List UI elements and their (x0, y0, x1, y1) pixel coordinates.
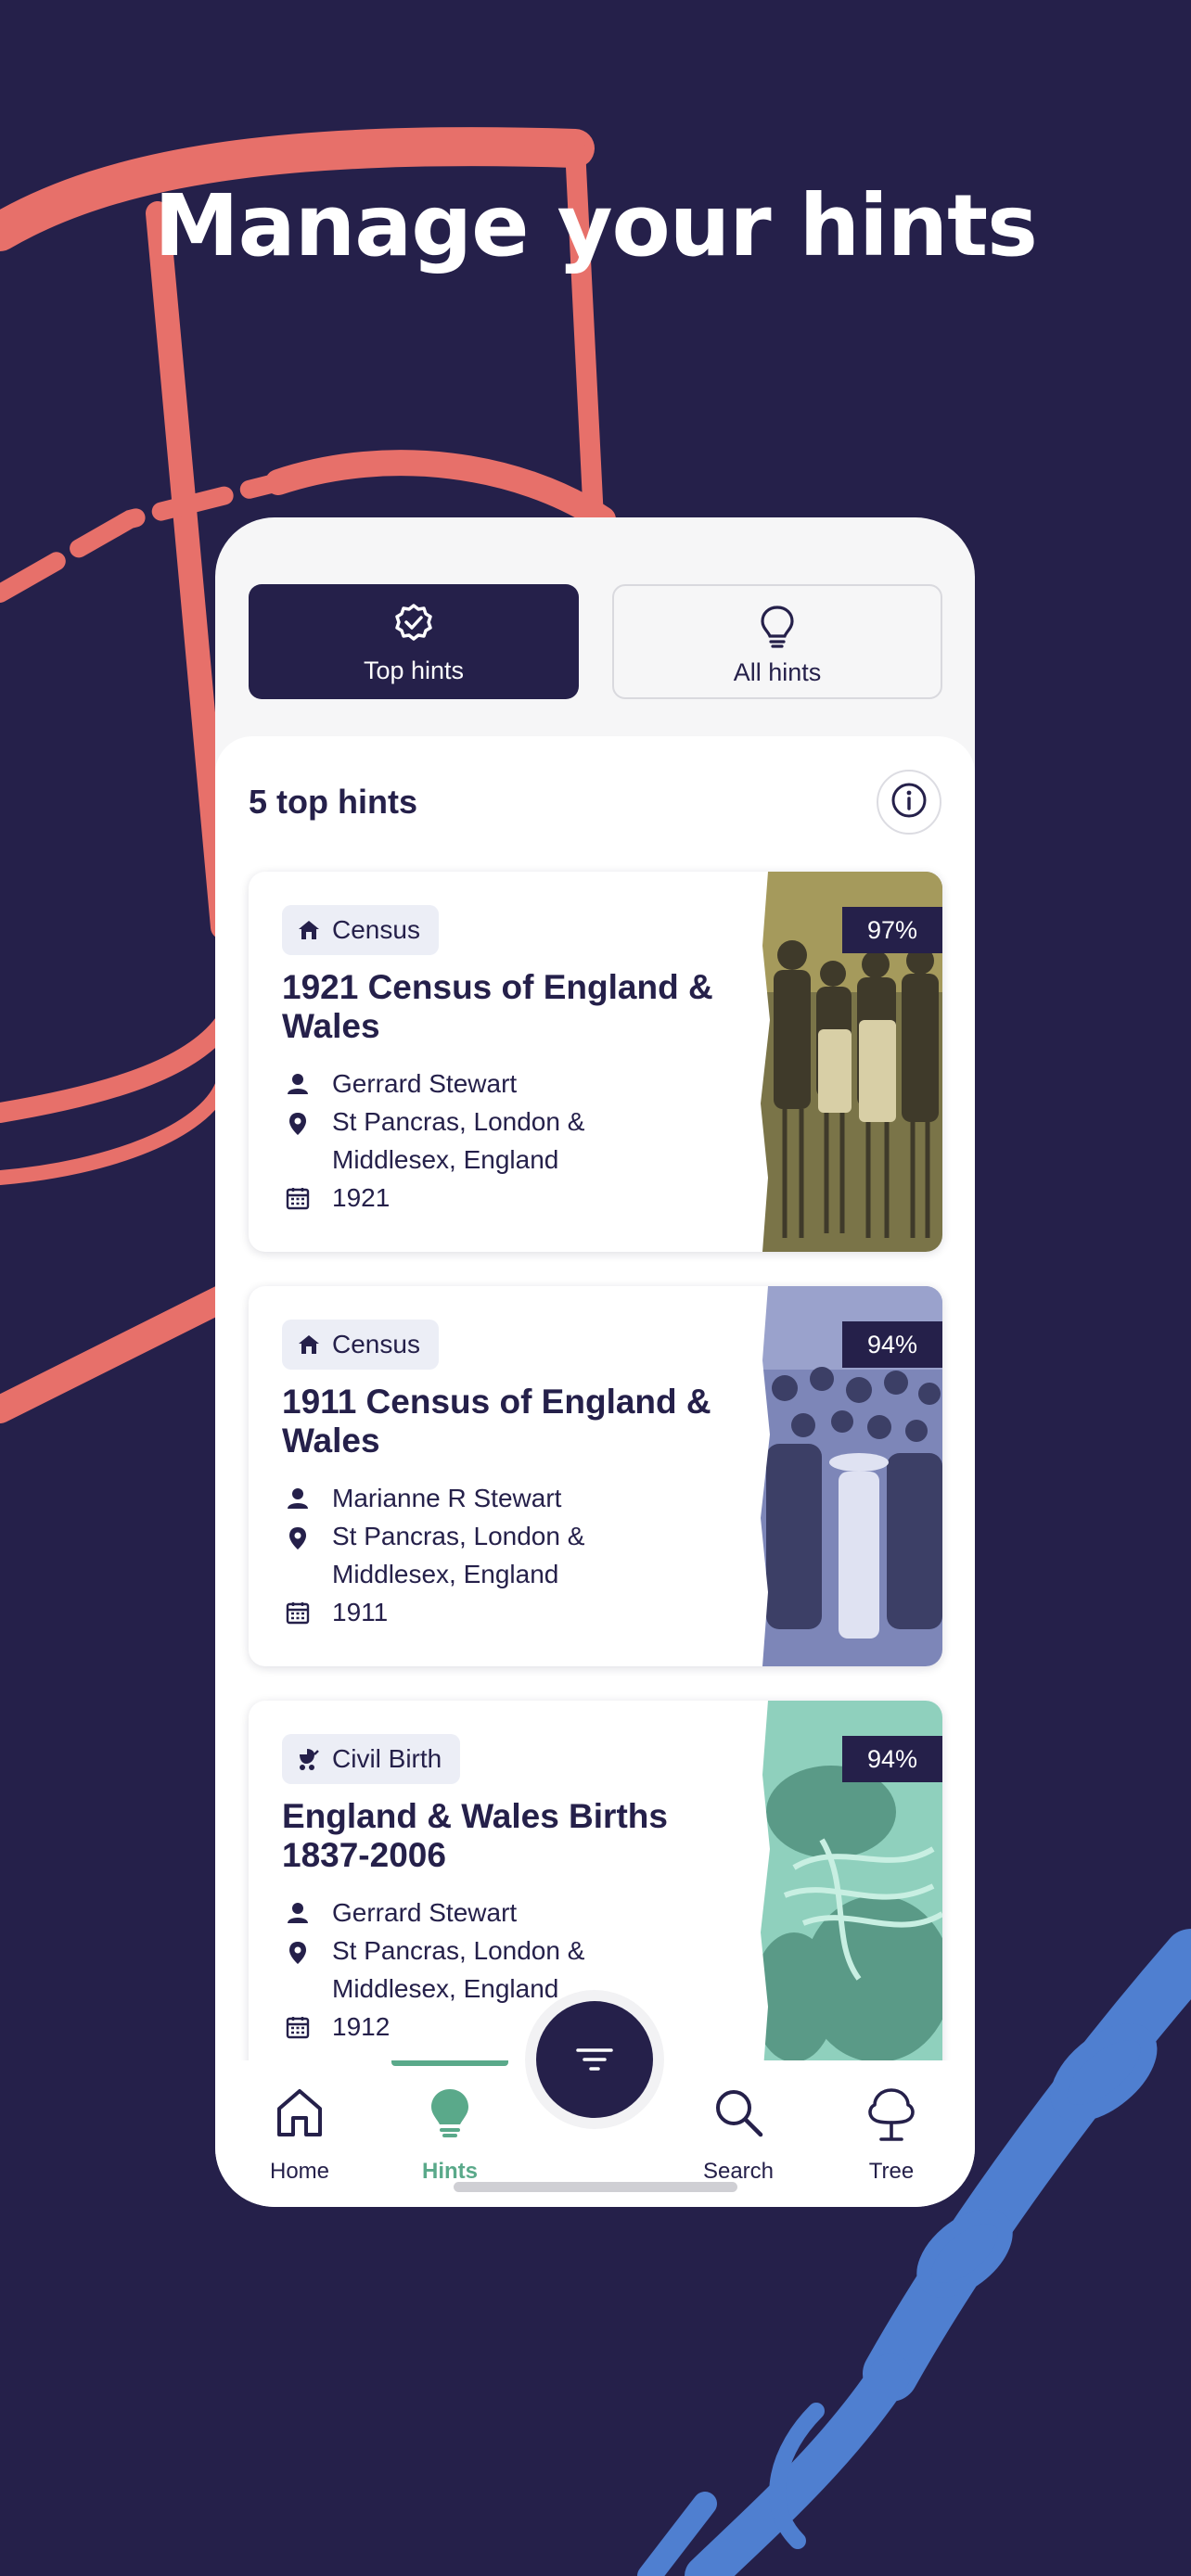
hint-card[interactable]: Census 1921 Census of England & Wales Ge… (249, 872, 942, 1252)
lightbulb-icon (431, 2089, 468, 2137)
record-photo: 97% (757, 872, 942, 1252)
person-name: Gerrard Stewart (332, 1898, 518, 1927)
calendar-icon (286, 2015, 310, 2044)
person-icon (286, 1486, 310, 1515)
record-photo: 94% (757, 1286, 942, 1666)
location-line-1: St Pancras, London & (332, 1936, 585, 1965)
match-score-badge: 94% (842, 1321, 942, 1368)
page-headline: Manage your hints (154, 176, 1038, 275)
phone-screen: Top hints All hints 5 top hints Census 1… (215, 517, 975, 2207)
record-type-label: Census (332, 1330, 420, 1358)
tree-icon (868, 2088, 915, 2141)
info-button[interactable] (877, 770, 941, 835)
filter-icon (576, 2048, 613, 2071)
hints-list: 5 top hints Census 1921 Census of Englan… (215, 736, 975, 2072)
hint-count: 5 top hints (249, 783, 417, 821)
search-icon (716, 2090, 763, 2137)
record-type-badge: Census (282, 1320, 439, 1370)
match-score-badge: 97% (842, 907, 942, 953)
rosette-check-icon (393, 603, 434, 652)
tab-hints[interactable]: Hints (394, 2086, 506, 2184)
record-type-label: Census (332, 915, 420, 944)
house-icon (299, 921, 319, 939)
person-icon (286, 1901, 310, 1930)
record-type-label: Civil Birth (332, 1744, 442, 1773)
tab-hints-label: Hints (422, 2159, 478, 2184)
record-year: 1911 (332, 1598, 389, 1626)
tab-all-hints[interactable]: All hints (612, 584, 942, 699)
pram-icon (300, 1749, 319, 1770)
tab-search-label: Search (702, 2159, 775, 2184)
person-name: Marianne R Stewart (332, 1484, 562, 1512)
hint-title: 1921 Census of England & Wales (282, 968, 713, 1045)
home-indicator (454, 2182, 737, 2192)
tab-tree[interactable]: Tree (836, 2086, 947, 2184)
location-line-2: Middlesex, England (332, 1974, 559, 2003)
tab-tree-label: Tree (868, 2159, 915, 2184)
filter-button[interactable] (536, 2001, 653, 2118)
hint-title: 1911 Census of England & Wales (282, 1383, 711, 1460)
record-year: 1912 (332, 2012, 391, 2041)
location-line-1: St Pancras, London & (332, 1107, 585, 1136)
location-line-2: Middlesex, England (332, 1145, 559, 1174)
record-year: 1921 (332, 1183, 391, 1212)
record-type-badge: Civil Birth (282, 1734, 461, 1784)
tab-all-hints-label: All hints (733, 658, 822, 686)
hint-card[interactable]: Census 1911 Census of England & Wales Ma… (249, 1286, 942, 1666)
record-type-badge: Census (282, 905, 439, 955)
tab-search[interactable]: Search (683, 2086, 794, 2184)
location-line-2: Middlesex, England (332, 1560, 559, 1588)
location-pin-icon (286, 1111, 310, 1141)
calendar-icon (286, 1600, 310, 1629)
location-line-1: St Pancras, London & (332, 1522, 585, 1550)
active-tab-indicator (391, 2060, 508, 2066)
tab-top-hints[interactable]: Top hints (249, 584, 579, 699)
location-pin-icon (286, 1525, 310, 1556)
tab-home-label: Home (269, 2159, 330, 2184)
calendar-icon (286, 1186, 310, 1215)
person-icon (286, 1072, 310, 1101)
house-icon (299, 1335, 319, 1354)
location-pin-icon (286, 1940, 310, 1970)
home-icon (277, 2089, 322, 2136)
tab-top-hints-label: Top hints (363, 657, 465, 684)
lightbulb-icon (759, 605, 796, 654)
record-photo: 94% (757, 1701, 942, 2072)
hint-title: England & Wales Births 1837-2006 (282, 1797, 668, 1874)
match-score-badge: 94% (842, 1736, 942, 1782)
info-icon (890, 782, 928, 823)
person-name: Gerrard Stewart (332, 1069, 518, 1098)
tab-home[interactable]: Home (244, 2086, 355, 2184)
